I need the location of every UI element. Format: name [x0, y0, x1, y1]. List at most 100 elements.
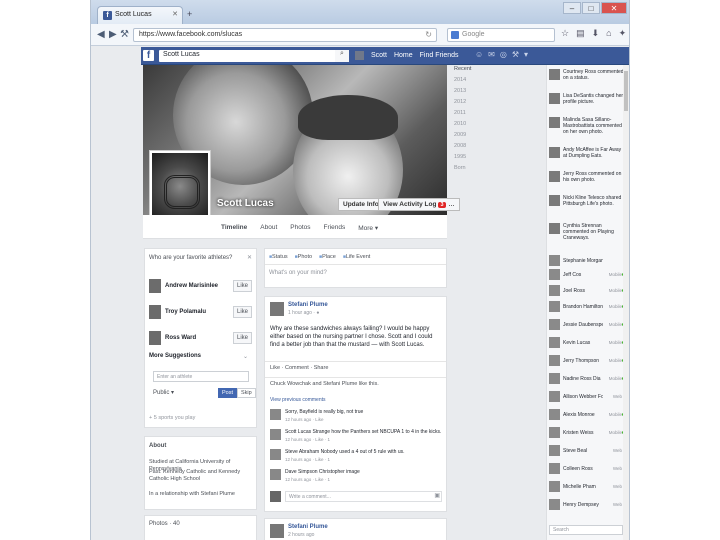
privacy-lock-icon[interactable]: ⚒: [512, 50, 519, 59]
chat-contact[interactable]: Michelle Pham Web: [549, 481, 625, 495]
post-timestamp[interactable]: 1 hour ago · ●: [288, 310, 319, 316]
year-item[interactable]: Born: [454, 165, 496, 176]
skip-button[interactable]: Skip: [237, 388, 256, 398]
year-item[interactable]: 2014: [454, 77, 496, 88]
person-name[interactable]: Troy Polamalu: [165, 309, 206, 315]
puzzle-icon[interactable]: ✦: [619, 28, 627, 39]
privacy-selector[interactable]: Public ▾: [153, 389, 174, 396]
about-title[interactable]: About: [149, 443, 166, 449]
tab-about[interactable]: About: [260, 224, 277, 232]
tab-timeline[interactable]: Timeline: [221, 224, 247, 232]
nav-profile[interactable]: Scott: [371, 52, 387, 59]
year-item[interactable]: Recent: [454, 66, 496, 77]
camera-icon[interactable]: ▣: [434, 492, 440, 499]
scrollbar-thumb[interactable]: [624, 71, 628, 111]
home-icon[interactable]: ⌂: [606, 28, 611, 39]
person-name[interactable]: Ross Ward: [165, 335, 196, 341]
year-item[interactable]: 2010: [454, 121, 496, 132]
ticker-item[interactable]: Lisa DeSantis changed her profile pictur…: [549, 93, 625, 117]
tab-photos[interactable]: Photos: [290, 224, 310, 232]
chat-contact[interactable]: Stephanie Morgan: [549, 255, 625, 269]
tab-friends[interactable]: Friends: [324, 224, 346, 232]
forward-icon[interactable]: ▶: [109, 29, 117, 40]
composer-tab-status[interactable]: Status: [269, 254, 288, 260]
facebook-logo-icon[interactable]: f: [143, 50, 154, 61]
year-item[interactable]: 2009: [454, 132, 496, 143]
year-item[interactable]: 2008: [454, 143, 496, 154]
post-author[interactable]: Stefani Plume: [288, 302, 328, 308]
tab-more[interactable]: More ▾: [358, 224, 378, 232]
like-button[interactable]: Like: [232, 332, 252, 344]
card-footer[interactable]: + 5 sports you play: [149, 415, 195, 421]
avatar[interactable]: [270, 449, 281, 460]
ticker-item[interactable]: Cynthia Strennan commented on Playing Cr…: [549, 223, 625, 247]
bookmark-icon[interactable]: ▤: [576, 28, 585, 39]
comment-meta[interactable]: 12 hours ago · Like: [285, 417, 324, 422]
update-info-button[interactable]: Update Info: [338, 198, 384, 211]
more-suggestions-label[interactable]: More Suggestions: [149, 353, 201, 359]
avatar[interactable]: [270, 469, 281, 480]
comment-meta[interactable]: 12 hours ago · Like · 1: [285, 437, 330, 442]
search-icon[interactable]: ⌕: [335, 50, 349, 62]
avatar[interactable]: [149, 305, 161, 319]
year-item[interactable]: 2011: [454, 110, 496, 121]
close-icon[interactable]: ✕: [247, 254, 252, 261]
composer-tab-photo[interactable]: Photo: [295, 254, 312, 260]
post-actions[interactable]: Like · Comment · Share: [270, 365, 328, 371]
browser-tab[interactable]: f Scott Lucas ✕: [97, 6, 183, 24]
avatar[interactable]: [149, 279, 161, 293]
new-tab-button[interactable]: +: [187, 9, 192, 19]
comment-meta[interactable]: 12 hours ago · Like · 1: [285, 457, 330, 462]
avatar[interactable]: [355, 51, 364, 60]
avatar[interactable]: [270, 302, 284, 316]
year-item[interactable]: 2013: [454, 88, 496, 99]
reload-icon[interactable]: ↻: [425, 30, 432, 39]
chat-contact[interactable]: Kristen Weiss Mobile: [549, 427, 625, 441]
view-previous-comments[interactable]: View previous comments: [270, 397, 326, 403]
ticker-item[interactable]: Nicki Kline Telesco shared Pittsburgh Li…: [549, 195, 625, 219]
address-bar[interactable]: https://www.facebook.com/slucas ↻: [133, 28, 437, 42]
page-scrollbar[interactable]: [623, 65, 629, 540]
year-item[interactable]: 1995: [454, 154, 496, 165]
chat-search-input[interactable]: Search: [549, 525, 623, 535]
like-button[interactable]: Like: [232, 280, 252, 292]
messages-icon[interactable]: ✉: [488, 50, 495, 59]
post-likes[interactable]: Chuck Wowchak and Stefani Plume like thi…: [270, 381, 379, 387]
post-timestamp[interactable]: 2 hours ago: [288, 532, 314, 538]
ticker-item[interactable]: Jerry Ross commented on his own photo.: [549, 171, 625, 195]
chat-contact[interactable]: Nadine Ross Dia Mobile: [549, 373, 625, 387]
comment-meta[interactable]: 12 hours ago · Like · 1: [285, 477, 330, 482]
chevron-down-icon[interactable]: ⌄: [243, 353, 248, 360]
browser-search-input[interactable]: Google: [447, 28, 555, 42]
back-icon[interactable]: ◀: [97, 29, 105, 40]
avatar[interactable]: [270, 429, 281, 440]
photos-title[interactable]: Photos · 40: [149, 521, 180, 527]
chat-contact[interactable]: Henry Dempsey Web: [549, 499, 625, 513]
composer-tab-life-event[interactable]: Life Event: [343, 254, 370, 260]
more-options-icon[interactable]: …: [449, 202, 455, 208]
avatar[interactable]: [270, 409, 281, 420]
chat-contact[interactable]: Jeff Cos Mobile: [549, 269, 625, 283]
chat-contact[interactable]: Jessie Daubenspeck Mobile: [549, 319, 625, 333]
minimize-button[interactable]: –: [563, 2, 581, 14]
nav-find-friends[interactable]: Find Friends: [420, 52, 459, 59]
chat-contact[interactable]: Jerry Thompson Mobile: [549, 355, 625, 369]
globe-icon[interactable]: ◎: [500, 50, 507, 59]
athlete-input[interactable]: Enter an athlete: [153, 371, 249, 382]
avatar[interactable]: [270, 524, 284, 538]
chat-contact[interactable]: Alexis Monroe Mobile: [549, 409, 625, 423]
download-icon[interactable]: ⬇: [592, 28, 600, 39]
chat-contact[interactable]: Joel Ross Mobile: [549, 285, 625, 299]
chat-contact[interactable]: Brandon Hamilton Mobile: [549, 301, 625, 315]
chat-contact[interactable]: Steve Beal Web: [549, 445, 625, 459]
composer-tab-place[interactable]: Place: [319, 254, 336, 260]
friend-requests-icon[interactable]: ☺: [475, 50, 483, 59]
settings-chevron-icon[interactable]: ▾: [524, 50, 528, 59]
status-input[interactable]: What's on your mind?: [269, 270, 327, 276]
person-name[interactable]: Andrew Marisinlee: [165, 283, 218, 289]
year-item[interactable]: 2012: [454, 99, 496, 110]
activity-log-button[interactable]: View Activity Log 3…: [378, 198, 460, 211]
comment-input[interactable]: Write a comment...: [285, 491, 442, 502]
ticker-item[interactable]: Andy McAffee is Far Away at Dumpling Eat…: [549, 147, 625, 171]
maximize-button[interactable]: □: [582, 2, 600, 14]
